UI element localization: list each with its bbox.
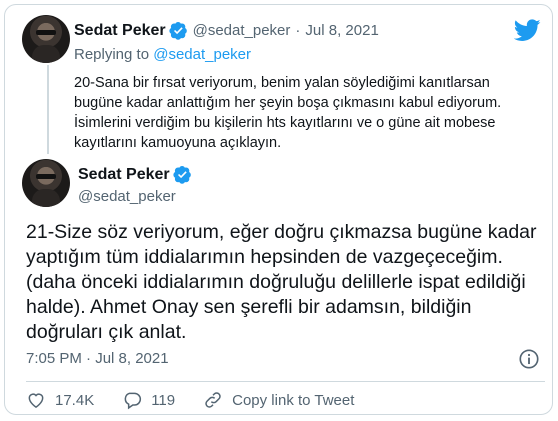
text-line: (daha önceki iddialarımın doğruluğu deli… xyxy=(26,271,526,293)
verified-badge-icon xyxy=(169,22,187,40)
text-line: İsimlerini verdiğim bu kişilerin hts kay… xyxy=(74,115,496,131)
replying-to: Replying to @sedat_peker xyxy=(74,46,251,63)
verified-badge-icon xyxy=(173,166,191,184)
link-icon xyxy=(205,392,221,408)
handle[interactable]: @sedat_peker xyxy=(78,188,176,205)
avatar[interactable] xyxy=(22,15,70,63)
replying-mention[interactable]: @sedat_peker xyxy=(153,46,251,63)
tweet-embed-card: Sedat Peker @sedat_peker · Jul 8, 2021 R… xyxy=(4,4,553,415)
reply-count: 119 xyxy=(151,391,176,409)
text-line: doğruları çık anlat. xyxy=(26,321,187,343)
text-line: halde). Ahmet Onay sen şerefli bir adams… xyxy=(26,296,472,318)
text-line: yaptığım tüm iddialarımın hepsinden de v… xyxy=(26,246,503,268)
like-button[interactable]: 17.4K xyxy=(26,390,94,410)
divider xyxy=(26,381,545,382)
like-count: 17.4K xyxy=(55,391,95,409)
twitter-logo-icon[interactable] xyxy=(514,19,541,42)
avatar[interactable] xyxy=(22,159,70,207)
replying-prefix: Replying to xyxy=(74,46,150,63)
reply-button[interactable]: 119 xyxy=(122,390,175,410)
main-tweet-text: 21-Size söz veriyorum, eğer doğru çıkmaz… xyxy=(26,220,546,345)
tweet-timestamp[interactable]: 7:05 PM · Jul 8, 2021 xyxy=(26,350,169,367)
text-line: 21-Size söz veriyorum, eğer doğru çıkmaz… xyxy=(26,221,537,243)
copy-link-button[interactable]: Copy link to Tweet xyxy=(203,390,354,410)
text-line: kayıtlarını kamuoyuna açıklayın. xyxy=(74,135,282,151)
copy-link-label: Copy link to Tweet xyxy=(232,391,355,409)
reply-tweet-header: Sedat Peker @sedat_peker · Jul 8, 2021 xyxy=(74,21,379,40)
display-name[interactable]: Sedat Peker xyxy=(74,22,166,40)
tweet-date[interactable]: Jul 8, 2021 xyxy=(305,22,378,39)
text-line: 20-Sana bir fırsat veriyorum, benim yala… xyxy=(74,75,490,91)
text-line: bugüne kadar anlattığım her şeyin boşa ç… xyxy=(74,95,502,111)
reply-icon xyxy=(124,392,142,410)
heart-icon xyxy=(28,393,44,408)
thread-line xyxy=(47,65,49,154)
separator-dot: · xyxy=(295,22,301,39)
display-name[interactable]: Sedat Peker xyxy=(78,166,170,184)
main-tweet-header: Sedat Peker xyxy=(78,165,192,184)
reply-tweet-text: 20-Sana bir fırsat veriyorum, benim yala… xyxy=(74,73,544,153)
info-icon[interactable] xyxy=(518,348,540,370)
action-bar: 17.4K 119 Copy link to Tweet xyxy=(26,390,382,410)
handle[interactable]: @sedat_peker xyxy=(193,22,291,39)
